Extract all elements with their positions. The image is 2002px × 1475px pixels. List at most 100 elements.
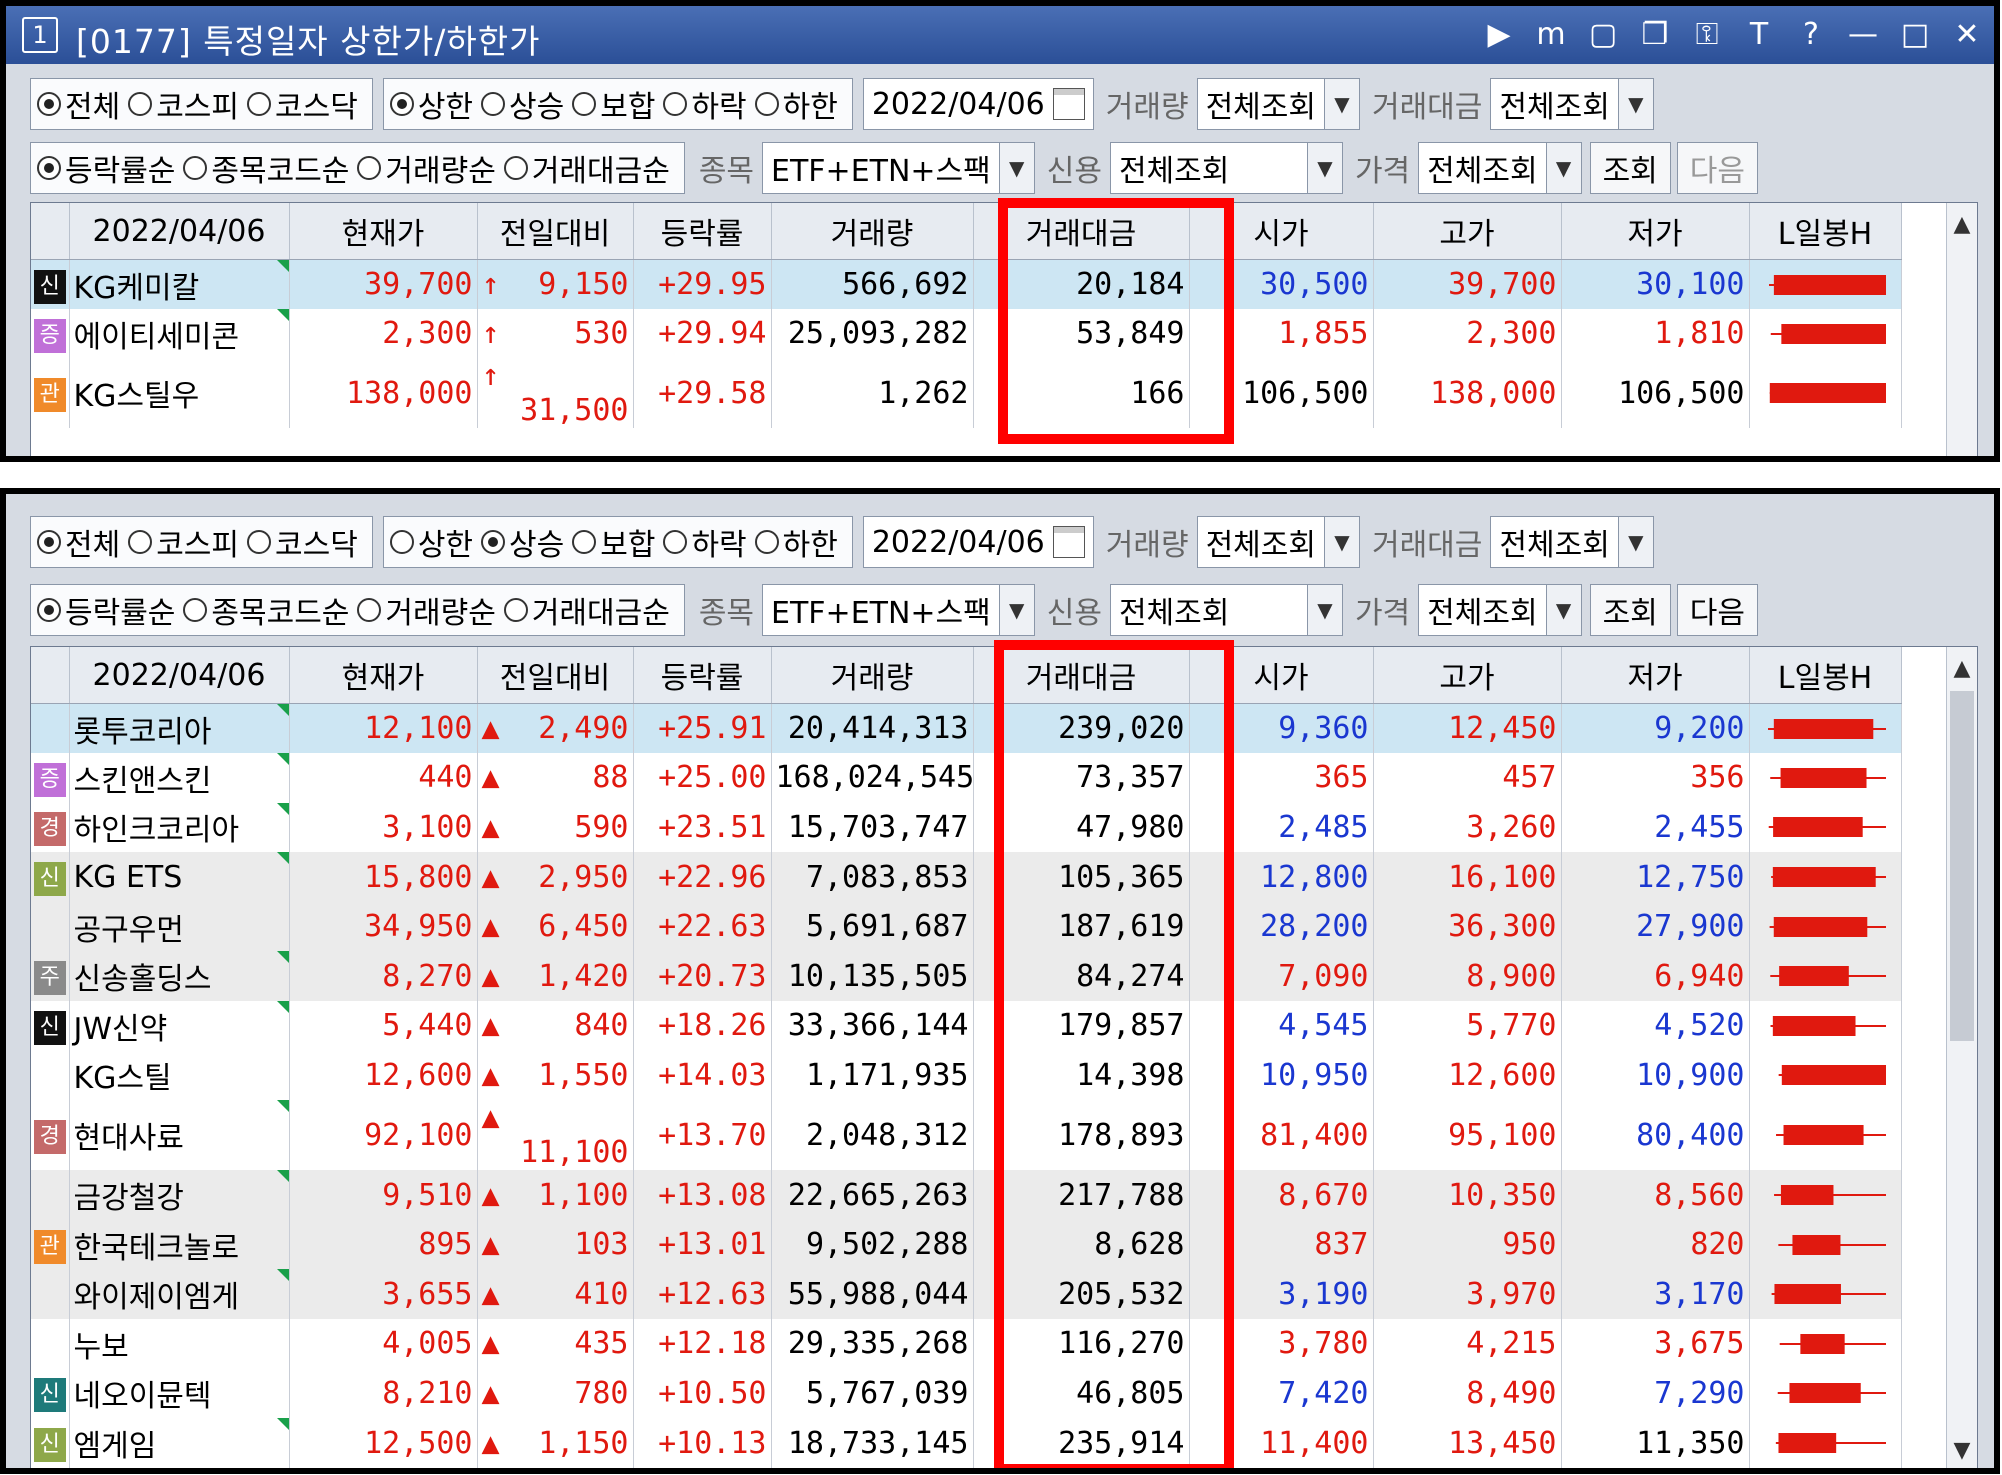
help-icon[interactable]: ?	[1794, 17, 1828, 52]
column-header[interactable]: 등락률	[633, 647, 772, 704]
limit-radio-1[interactable]: 상승	[481, 520, 564, 564]
radio-circle-icon[interactable]	[37, 156, 61, 180]
search-button[interactable]: 조회	[1589, 142, 1671, 194]
column-header[interactable]: 현재가	[289, 647, 478, 704]
window-icon[interactable]: ❐	[1638, 17, 1672, 52]
radio-circle-icon[interactable]	[183, 156, 208, 180]
limit-radio-2[interactable]: 보합	[572, 520, 655, 564]
radio-circle-icon[interactable]	[389, 530, 414, 554]
scroll-up-icon[interactable]: ▲	[1947, 203, 1977, 247]
scroll-thumb[interactable]	[1950, 691, 1974, 1041]
credit-select[interactable]: 전체조회 ▼	[1109, 142, 1343, 194]
item-type-select[interactable]: ETF+ETN+스팩 ▼	[762, 584, 1035, 636]
memo-icon[interactable]: m	[1534, 17, 1568, 52]
table-row[interactable]: 신 KG ETS 15,800 ▲ 2,950 +22.96 7,083,853 105,36…	[31, 852, 1902, 902]
search-button[interactable]: 조회	[1589, 584, 1671, 636]
column-header[interactable]: 2022/04/06	[69, 647, 290, 704]
amount-select[interactable]: 전체조회 ▼	[1490, 516, 1654, 568]
limit-radio-1[interactable]: 상승	[481, 82, 564, 126]
limit-radio-0[interactable]: 상한	[389, 520, 473, 564]
stock-name-cell[interactable]: 금강철강	[69, 1170, 290, 1220]
price-select[interactable]: 전체조회 ▼	[1418, 142, 1582, 194]
radio-circle-icon[interactable]	[754, 530, 779, 554]
radio-circle-icon[interactable]	[357, 598, 382, 622]
radio-circle-icon[interactable]	[37, 598, 61, 622]
table-row[interactable]: 증 에이티세미콘 2,300 ↑ 530 +29.94 25,093,282 53,849 1,…	[31, 309, 1902, 358]
stock-name-cell[interactable]: KG케미칼	[69, 259, 290, 309]
limit-radio-0[interactable]: 상한	[389, 82, 473, 126]
stock-name-cell[interactable]: JW신약	[69, 1001, 290, 1051]
limit-radio-3[interactable]: 하락	[663, 82, 747, 126]
credit-select[interactable]: 전체조회 ▼	[1109, 584, 1343, 636]
chevron-down-icon[interactable]: ▼	[1545, 585, 1581, 635]
table-row[interactable]: 신 JW신약 5,440 ▲ 840 +18.26 33,366,144 179,857 4,5…	[31, 1001, 1902, 1051]
scroll-up-icon[interactable]: ▲	[1947, 647, 1977, 691]
sort-radio-0[interactable]: 등락률순	[37, 588, 175, 632]
radio-circle-icon[interactable]	[481, 530, 506, 554]
column-header[interactable]: 등락률	[633, 203, 772, 260]
sort-radio-1[interactable]: 종목코드순	[183, 146, 349, 190]
stock-name-cell[interactable]: 누보	[69, 1319, 290, 1369]
market-radio-0[interactable]: 전체	[37, 82, 120, 126]
radio-circle-icon[interactable]	[481, 92, 506, 116]
sort-radio-3[interactable]: 거래대금순	[503, 146, 670, 190]
radio-circle-icon[interactable]	[503, 156, 528, 180]
table-row[interactable]: 증 스킨앤스킨 440 ▲ 88 +25.00 168,024,545 73,357 365 45…	[31, 753, 1902, 803]
stock-name-cell[interactable]: 현대사료	[69, 1100, 290, 1171]
table-row[interactable]: 경 현대사료 92,100 ▲ 11,100 +13.70 2,048,312 178,893…	[31, 1100, 1902, 1171]
volume-select[interactable]: 전체조회 ▼	[1196, 516, 1360, 568]
table-row[interactable]: 주 신송홀딩스 8,270 ▲ 1,420 +20.73 10,135,505 84,274 7…	[31, 951, 1902, 1002]
radio-circle-icon[interactable]	[247, 530, 272, 554]
sort-radio-2[interactable]: 거래량순	[357, 146, 496, 190]
vertical-scrollbar[interactable]: ▲	[1946, 203, 1977, 456]
stock-name-cell[interactable]: 와이제이엠게	[69, 1269, 290, 1320]
stock-name-cell[interactable]: 스킨앤스킨	[69, 753, 290, 803]
maximize-icon[interactable]: □	[1898, 17, 1932, 52]
vertical-scrollbar[interactable]: ▲ ▼	[1946, 647, 1977, 1468]
text-icon[interactable]: T	[1742, 17, 1776, 52]
limit-radio-4[interactable]: 하한	[754, 82, 838, 126]
radio-circle-icon[interactable]	[247, 92, 272, 116]
stock-name-cell[interactable]: KG스틸우	[69, 358, 290, 428]
sort-radio-2[interactable]: 거래량순	[357, 588, 496, 632]
radio-circle-icon[interactable]	[128, 530, 153, 554]
table-row[interactable]: KG스틸 12,600 ▲ 1,550 +14.03 1,171,935 14,398 10,…	[31, 1050, 1902, 1101]
column-header[interactable]: L일봉H	[1749, 647, 1902, 704]
stock-name-cell[interactable]: 한국테크놀로	[69, 1219, 290, 1270]
stock-name-cell[interactable]: 롯투코리아	[69, 703, 290, 754]
radio-circle-icon[interactable]	[572, 530, 597, 554]
chevron-down-icon[interactable]: ▼	[1323, 517, 1359, 567]
market-radio-0[interactable]: 전체	[37, 520, 120, 564]
chevron-down-icon[interactable]: ▼	[998, 585, 1034, 635]
calendar-icon[interactable]	[1052, 88, 1085, 120]
column-header[interactable]: 저가	[1561, 647, 1750, 704]
table-row[interactable]: 누보 4,005 ▲ 435 +12.18 29,335,268 116,270 3,780 4…	[31, 1319, 1902, 1369]
table-row[interactable]: 공구우먼 34,950 ▲ 6,450 +22.63 5,691,687 187,619 28…	[31, 901, 1902, 952]
date-field[interactable]: 2022/04/06	[862, 516, 1094, 568]
radio-circle-icon[interactable]	[183, 598, 208, 622]
radio-circle-icon[interactable]	[503, 598, 528, 622]
radio-circle-icon[interactable]	[37, 530, 61, 554]
radio-circle-icon[interactable]	[37, 92, 61, 116]
radio-circle-icon[interactable]	[572, 92, 597, 116]
column-header[interactable]: 2022/04/06	[69, 203, 290, 260]
amount-select[interactable]: 전체조회 ▼	[1490, 78, 1654, 130]
next-button[interactable]: 다음	[1676, 584, 1758, 636]
limit-radio-4[interactable]: 하한	[754, 520, 838, 564]
item-type-select[interactable]: ETF+ETN+스팩 ▼	[762, 142, 1035, 194]
table-row[interactable]: 신 네오이뮨텍 8,210 ▲ 780 +10.50 5,767,039 46,805 7,42…	[31, 1368, 1902, 1419]
radio-circle-icon[interactable]	[389, 92, 414, 116]
stock-name-cell[interactable]: 에이티세미콘	[69, 309, 290, 358]
volume-select[interactable]: 전체조회 ▼	[1196, 78, 1360, 130]
lock-icon[interactable]: ⚿	[1690, 17, 1724, 52]
close-icon[interactable]: ✕	[1950, 17, 1984, 52]
market-radio-1[interactable]: 코스피	[128, 520, 239, 564]
stock-name-cell[interactable]: 공구우먼	[69, 901, 290, 952]
stock-name-cell[interactable]: 엠게임	[69, 1418, 290, 1468]
radio-circle-icon[interactable]	[754, 92, 779, 116]
table-row[interactable]: 신 엠게임 12,500 ▲ 1,150 +10.13 18,733,145 235,914 1…	[31, 1418, 1902, 1468]
table-row[interactable]: 관 KG스틸우 138,000 ↑ 31,500 +29.58 1,262 166 106,50…	[31, 358, 1902, 428]
chevron-down-icon[interactable]: ▼	[1617, 517, 1653, 567]
stock-name-cell[interactable]: KG ETS	[69, 852, 290, 902]
chevron-down-icon[interactable]: ▼	[1306, 143, 1342, 193]
